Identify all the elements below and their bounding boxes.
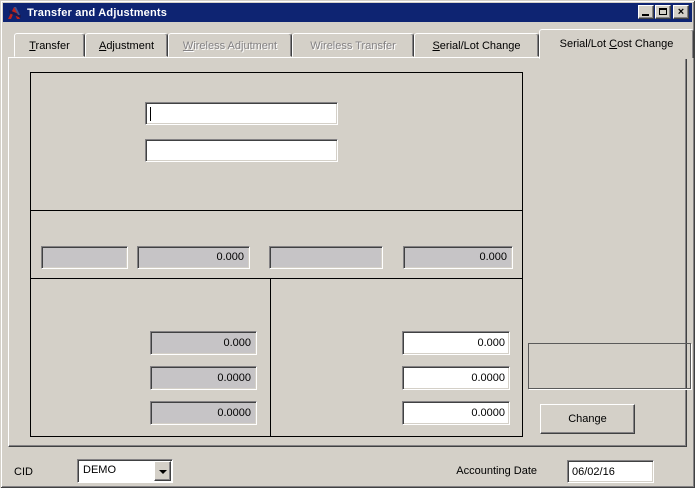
title-bar: Transfer and Adjustments: [3, 3, 692, 22]
minimize-icon: [642, 14, 649, 16]
new-value-input[interactable]: [402, 331, 510, 355]
current-value-per-stkunit-field: 0.0000: [150, 366, 257, 390]
cid-label: CID: [14, 465, 33, 479]
current-qty-field: 0.000: [137, 246, 250, 269]
maximize-button[interactable]: [655, 5, 671, 19]
tab-adjustment[interactable]: Adjustment: [85, 33, 168, 57]
new-value-per-stkunit-input[interactable]: [402, 366, 510, 390]
dropdown-arrow-icon: [159, 470, 167, 474]
window-title: Transfer and Adjustments: [27, 7, 167, 19]
close-icon: ×: [676, 7, 686, 17]
item-input[interactable]: [145, 102, 338, 125]
serial-lot-input[interactable]: [145, 139, 338, 162]
tab-transfer[interactable]: Transfer: [14, 33, 85, 57]
transfer-and-adjustments-window: Transfer and Adjustments × Transfer Adju…: [0, 0, 695, 488]
tab-wireless-transfer: Wireless Transfer: [292, 33, 414, 57]
tab-wireless-adjutment: Wireless Adjutment: [168, 33, 292, 57]
text-caret: [150, 107, 151, 121]
accounting-date-label: Accounting Date: [430, 464, 537, 478]
stk-unit-field: [41, 246, 128, 269]
current-value-per-cwunit-field: 0.0000: [150, 401, 257, 425]
accounting-date-input[interactable]: [567, 460, 654, 483]
maximize-icon: [659, 8, 667, 15]
cost-option-group-box: [528, 343, 691, 389]
change-button[interactable]: Change: [540, 404, 635, 434]
cid-dropdown-button[interactable]: [154, 461, 171, 481]
close-button[interactable]: ×: [673, 5, 689, 19]
new-value-per-cwunit-input[interactable]: [402, 401, 510, 425]
tab-serial-lot-cost-change[interactable]: Serial/Lot Cost Change: [539, 29, 694, 59]
cw-qty-field: 0.000: [403, 246, 513, 269]
cid-value: DEMO: [83, 464, 116, 476]
minimize-button[interactable]: [638, 5, 654, 19]
cid-combo[interactable]: DEMO: [77, 459, 173, 483]
cw-unit-field: [269, 246, 383, 269]
current-value-field: 0.000: [150, 331, 257, 355]
app-icon: [7, 6, 23, 20]
tab-serial-lot-change[interactable]: Serial/Lot Change: [414, 33, 539, 57]
